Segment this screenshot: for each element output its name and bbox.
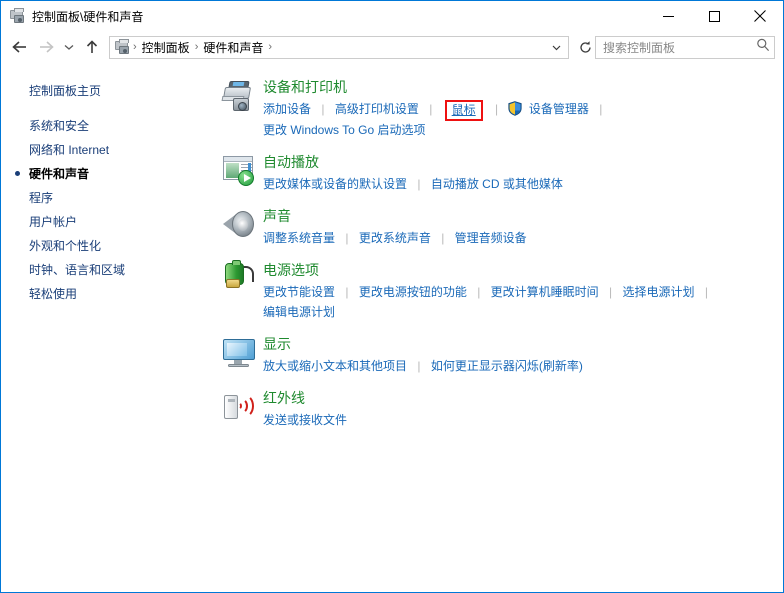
category-title-infrared[interactable]: 红外线 bbox=[263, 389, 305, 407]
search-box[interactable]: 搜索控制面板 bbox=[595, 35, 775, 59]
sidebar-item-network-and-internet[interactable]: 网络和 Internet bbox=[1, 138, 201, 162]
link-separator: | bbox=[321, 102, 325, 116]
refresh-button[interactable] bbox=[575, 34, 595, 60]
breadcrumb-control-panel[interactable]: 控制面板 bbox=[138, 39, 194, 56]
control-panel-devices-icon bbox=[9, 8, 25, 24]
category-title-autoplay[interactable]: 自动播放 bbox=[263, 153, 319, 171]
link-change-sleep-time[interactable]: 更改计算机睡眠时间 bbox=[491, 282, 599, 302]
link-change-power-button-behavior[interactable]: 更改电源按钮的功能 bbox=[359, 282, 467, 302]
category-links-infrared: 发送或接收文件 bbox=[263, 410, 773, 430]
sidebar-item-programs[interactable]: 程序 bbox=[1, 186, 201, 210]
sidebar-item-appearance-and-personalization[interactable]: 外观和个性化 bbox=[1, 234, 201, 258]
link-separator: | bbox=[704, 285, 708, 299]
autoplay-icon[interactable] bbox=[219, 152, 263, 190]
search-input[interactable]: 搜索控制面板 bbox=[603, 39, 756, 56]
link-change-system-sounds[interactable]: 更改系统声音 bbox=[359, 228, 431, 248]
link-play-cd-or-other-media[interactable]: 自动播放 CD 或其他媒体 bbox=[431, 174, 563, 194]
sidebar-item-system-and-security[interactable]: 系统和安全 bbox=[1, 114, 201, 138]
sidebar-item-user-accounts[interactable]: 用户帐户 bbox=[1, 210, 201, 234]
category-infrared: 红外线 发送或接收文件 bbox=[219, 388, 773, 430]
link-add-device[interactable]: 添加设备 bbox=[263, 99, 311, 119]
battery-icon[interactable] bbox=[219, 260, 263, 298]
maximize-button[interactable] bbox=[691, 1, 737, 31]
sidebar: 控制面板主页 系统和安全 网络和 Internet 硬件和声音 程序 用户帐户 … bbox=[1, 63, 201, 592]
printer-icon[interactable] bbox=[219, 77, 263, 115]
link-device-manager[interactable]: 设备管理器 bbox=[529, 99, 589, 119]
window-title: 控制面板\硬件和声音 bbox=[32, 9, 144, 24]
breadcrumb-hardware-and-sound[interactable]: 硬件和声音 bbox=[199, 39, 267, 56]
link-advanced-printer-setup[interactable]: 高级打印机设置 bbox=[335, 99, 419, 119]
category-devices-and-printers: 设备和打印机 添加设备 | 高级打印机设置 | 鼠标 | 设备管理器 | 更改 … bbox=[219, 77, 773, 140]
category-links-devices-and-printers: 添加设备 | 高级打印机设置 | 鼠标 | 设备管理器 | 更改 Windows… bbox=[263, 99, 773, 140]
recent-locations-chevron-down-icon[interactable] bbox=[59, 34, 79, 60]
content-area: 控制面板主页 系统和安全 网络和 Internet 硬件和声音 程序 用户帐户 … bbox=[1, 63, 783, 592]
link-separator: | bbox=[429, 102, 433, 116]
category-title-power-options[interactable]: 电源选项 bbox=[263, 261, 319, 279]
link-send-or-receive-file[interactable]: 发送或接收文件 bbox=[263, 410, 347, 430]
link-separator: | bbox=[345, 285, 349, 299]
category-links-power-options: 更改节能设置 | 更改电源按钮的功能 | 更改计算机睡眠时间 | 选择电源计划 … bbox=[263, 282, 773, 322]
link-make-text-bigger-or-smaller[interactable]: 放大或缩小文本和其他项目 bbox=[263, 356, 407, 376]
category-display: 显示 放大或缩小文本和其他项目 | 如何更正显示器闪烁(刷新率) bbox=[219, 334, 773, 376]
link-separator: | bbox=[609, 285, 613, 299]
link-separator: | bbox=[441, 231, 445, 245]
link-manage-audio-devices[interactable]: 管理音频设备 bbox=[455, 228, 527, 248]
search-icon[interactable] bbox=[756, 38, 770, 57]
link-separator: | bbox=[599, 102, 603, 116]
sidebar-item-clock-language-region[interactable]: 时钟、语言和区域 bbox=[1, 258, 201, 282]
category-autoplay: 自动播放 更改媒体或设备的默认设置 | 自动播放 CD 或其他媒体 bbox=[219, 152, 773, 194]
link-edit-power-plan[interactable]: 编辑电源计划 bbox=[263, 302, 335, 322]
category-title-devices-and-printers[interactable]: 设备和打印机 bbox=[263, 78, 347, 96]
category-links-autoplay: 更改媒体或设备的默认设置 | 自动播放 CD 或其他媒体 bbox=[263, 174, 773, 194]
back-button[interactable] bbox=[7, 34, 33, 60]
categories-list: 设备和打印机 添加设备 | 高级打印机设置 | 鼠标 | 设备管理器 | 更改 … bbox=[201, 63, 783, 592]
sidebar-item-control-panel-home[interactable]: 控制面板主页 bbox=[1, 79, 201, 103]
link-separator: | bbox=[477, 285, 481, 299]
monitor-icon[interactable] bbox=[219, 334, 263, 372]
infrared-icon[interactable] bbox=[219, 388, 263, 426]
link-fix-display-flicker[interactable]: 如何更正显示器闪烁(刷新率) bbox=[431, 356, 583, 376]
link-windows-to-go-startup-options[interactable]: 更改 Windows To Go 启动选项 bbox=[263, 120, 425, 140]
address-dropdown-chevron-down-icon[interactable] bbox=[546, 37, 566, 58]
sidebar-item-hardware-and-sound[interactable]: 硬件和声音 bbox=[1, 162, 201, 186]
category-power-options: 电源选项 更改节能设置 | 更改电源按钮的功能 | 更改计算机睡眠时间 | 选择… bbox=[219, 260, 773, 322]
uac-shield-icon bbox=[508, 101, 523, 116]
category-links-display: 放大或缩小文本和其他项目 | 如何更正显示器闪烁(刷新率) bbox=[263, 356, 773, 376]
minimize-button[interactable] bbox=[645, 1, 691, 31]
title-bar: 控制面板\硬件和声音 bbox=[1, 1, 783, 31]
up-button[interactable] bbox=[79, 34, 105, 60]
link-separator: | bbox=[417, 359, 421, 373]
link-choose-power-plan[interactable]: 选择电源计划 bbox=[622, 282, 694, 302]
category-links-sound: 调整系统音量 | 更改系统声音 | 管理音频设备 bbox=[263, 228, 773, 248]
link-separator: | bbox=[495, 102, 499, 116]
link-mouse[interactable]: 鼠标 bbox=[452, 103, 476, 117]
link-change-default-settings-for-media[interactable]: 更改媒体或设备的默认设置 bbox=[263, 174, 407, 194]
speaker-icon[interactable] bbox=[219, 206, 263, 244]
link-separator: | bbox=[345, 231, 349, 245]
breadcrumb-separator[interactable]: › bbox=[267, 41, 273, 53]
navigation-toolbar: › 控制面板 › 硬件和声音 › 搜索控制面板 bbox=[1, 31, 783, 63]
address-control-panel-icon bbox=[114, 39, 130, 55]
category-title-display[interactable]: 显示 bbox=[263, 335, 291, 353]
link-adjust-system-volume[interactable]: 调整系统音量 bbox=[263, 228, 335, 248]
address-bar[interactable]: › 控制面板 › 硬件和声音 › bbox=[109, 35, 569, 59]
category-sound: 声音 调整系统音量 | 更改系统声音 | 管理音频设备 bbox=[219, 206, 773, 248]
sidebar-item-ease-of-access[interactable]: 轻松使用 bbox=[1, 282, 201, 306]
forward-button[interactable] bbox=[33, 34, 59, 60]
highlight-annotation-mouse: 鼠标 bbox=[444, 100, 483, 121]
link-change-power-saving-settings[interactable]: 更改节能设置 bbox=[263, 282, 335, 302]
link-separator: | bbox=[417, 177, 421, 191]
category-title-sound[interactable]: 声音 bbox=[263, 207, 291, 225]
window-controls bbox=[645, 1, 783, 31]
close-button[interactable] bbox=[737, 1, 783, 31]
